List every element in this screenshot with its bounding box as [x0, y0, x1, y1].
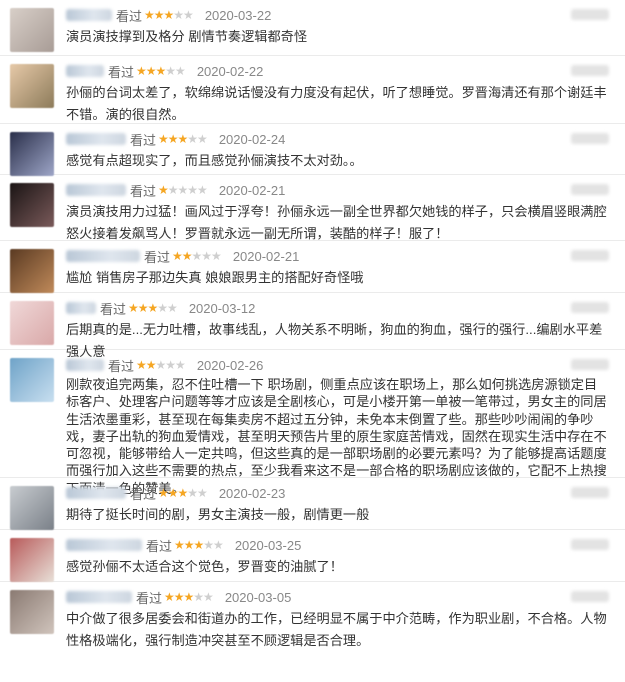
avatar[interactable]: [10, 590, 54, 634]
rating-stars: ★★★★★: [158, 132, 208, 146]
vote-count-blurred[interactable]: [571, 9, 609, 20]
watch-status: 看过: [130, 183, 157, 199]
watch-status: 看过: [130, 486, 157, 502]
review-date: 2020-02-24: [218, 131, 286, 147]
rating-stars: ★★★★★: [164, 590, 214, 604]
watch-status: 看过: [144, 249, 171, 265]
avatar[interactable]: [10, 358, 54, 402]
review-item: 看过 ★★★ ★★ 2020-02-24 感觉有点超现实了，而且感觉孙俪演技不太对…: [0, 124, 625, 176]
vote-count-blurred[interactable]: [571, 487, 609, 498]
watch-status: 看过: [108, 64, 135, 80]
username-blurred[interactable]: [66, 184, 126, 196]
watch-status: 看过: [146, 538, 173, 554]
vote-count-blurred[interactable]: [571, 65, 609, 76]
avatar[interactable]: [10, 183, 54, 227]
avatar[interactable]: [10, 486, 54, 530]
watch-status: 看过: [116, 8, 143, 24]
rating-stars: ★★★★★: [128, 301, 178, 315]
review-text: 尴尬 销售房子那边失真 娘娘跟男主的搭配好奇怪哦: [66, 270, 364, 285]
review-text: 演员演技用力过猛！画风过于浮夸！孙俪永远一副全世界都欠她钱的样子，只会横眉竖眼满…: [66, 204, 607, 241]
username-blurred[interactable]: [66, 65, 104, 77]
review-date: 2020-03-05: [224, 589, 292, 605]
review-item: 看过 ★★★ ★★ 2020-03-22 演员演技撑到及格分 剧情节奏逻辑都奇怪: [0, 0, 625, 56]
rating-stars: ★★★★★: [158, 486, 208, 500]
review-item: 看过 ★★★ ★★ 2020-02-22 孙俪的台词太差了，软绵绵说话慢没有力度没…: [0, 56, 625, 124]
username-blurred[interactable]: [66, 9, 112, 21]
review-text: 期待了挺长时间的剧，男女主演技一般，剧情更一般: [66, 507, 370, 522]
review-text: 刚款夜追完两集，忍不住吐槽一下 职场剧，侧重点应该在职场上，那么如何挑选房源锁定…: [66, 377, 607, 496]
avatar[interactable]: [10, 301, 54, 345]
avatar[interactable]: [10, 132, 54, 176]
review-date: 2020-03-25: [234, 537, 302, 553]
vote-count-blurred[interactable]: [571, 359, 609, 370]
review-date: 2020-02-21: [232, 248, 300, 264]
review-date: 2020-02-26: [196, 357, 264, 373]
review-text: 感觉有点超现实了，而且感觉孙俪演技不太对劲。。: [66, 153, 363, 168]
review-item: 看过 ★★★ ★★ 2020-02-23 期待了挺长时间的剧，男女主演技一般，剧情…: [0, 478, 625, 530]
review-text: 感觉孙俪不太适合这个觉色，罗晋变的油腻了！: [66, 559, 343, 574]
username-blurred[interactable]: [66, 133, 126, 145]
review-text: 孙俪的台词太差了，软绵绵说话慢没有力度没有起伏，听了想睡觉。罗晋海清还有那个谢廷…: [66, 85, 607, 122]
avatar[interactable]: [10, 538, 54, 582]
review-date: 2020-02-21: [218, 182, 286, 198]
vote-count-blurred[interactable]: [571, 250, 609, 261]
username-blurred[interactable]: [66, 539, 142, 551]
vote-count-blurred[interactable]: [571, 539, 609, 550]
avatar[interactable]: [10, 249, 54, 293]
avatar[interactable]: [10, 64, 54, 108]
review-item: 看过 ★★ ★★★ 2020-02-21 尴尬 销售房子那边失真 娘娘跟男主的搭配…: [0, 241, 625, 293]
watch-status: 看过: [108, 358, 135, 374]
username-blurred[interactable]: [66, 591, 132, 603]
watch-status: 看过: [136, 590, 163, 606]
review-date: 2020-02-22: [196, 63, 264, 79]
review-text: 演员演技撑到及格分 剧情节奏逻辑都奇怪: [66, 29, 308, 44]
username-blurred[interactable]: [66, 487, 126, 499]
vote-count-blurred[interactable]: [571, 184, 609, 195]
review-date: 2020-03-12: [188, 300, 256, 316]
review-item: 看过 ★ ★★★★ 2020-02-21 演员演技用力过猛！画风过于浮夸！孙俪永远…: [0, 175, 625, 241]
vote-count-blurred[interactable]: [571, 302, 609, 313]
rating-stars: ★★★★★: [172, 249, 222, 263]
username-blurred[interactable]: [66, 250, 140, 262]
review-item: 看过 ★★★ ★★ 2020-03-12 后期真的是...无力吐槽，故事线乱，人物…: [0, 293, 625, 359]
review-date: 2020-03-22: [204, 7, 272, 23]
review-date: 2020-02-23: [218, 485, 286, 501]
review-item: 看过 ★★★ ★★ 2020-03-05 中介做了很多居委会和街道办的工作，已经明…: [0, 582, 625, 648]
review-list: 看过 ★★★ ★★ 2020-03-22 演员演技撑到及格分 剧情节奏逻辑都奇怪 …: [0, 0, 625, 648]
username-blurred[interactable]: [66, 302, 96, 314]
vote-count-blurred[interactable]: [571, 591, 609, 602]
watch-status: 看过: [100, 301, 127, 317]
rating-stars: ★★★★★: [144, 8, 194, 22]
vote-count-blurred[interactable]: [571, 133, 609, 144]
review-text: 中介做了很多居委会和街道办的工作，已经明显不属于中介范畴，作为职业剧，不合格。人…: [66, 611, 607, 648]
rating-stars: ★★★★★: [158, 183, 208, 197]
watch-status: 看过: [130, 132, 157, 148]
avatar[interactable]: [10, 8, 54, 52]
review-item: 看过 ★★ ★★★ 2020-02-26 刚款夜追完两集，忍不住吐槽一下 职场剧，…: [0, 350, 625, 496]
rating-stars: ★★★★★: [174, 538, 224, 552]
review-item: 看过 ★★★ ★★ 2020-03-25 感觉孙俪不太适合这个觉色，罗晋变的油腻了…: [0, 530, 625, 582]
username-blurred[interactable]: [66, 359, 104, 371]
rating-stars: ★★★★★: [136, 64, 186, 78]
rating-stars: ★★★★★: [136, 358, 186, 372]
